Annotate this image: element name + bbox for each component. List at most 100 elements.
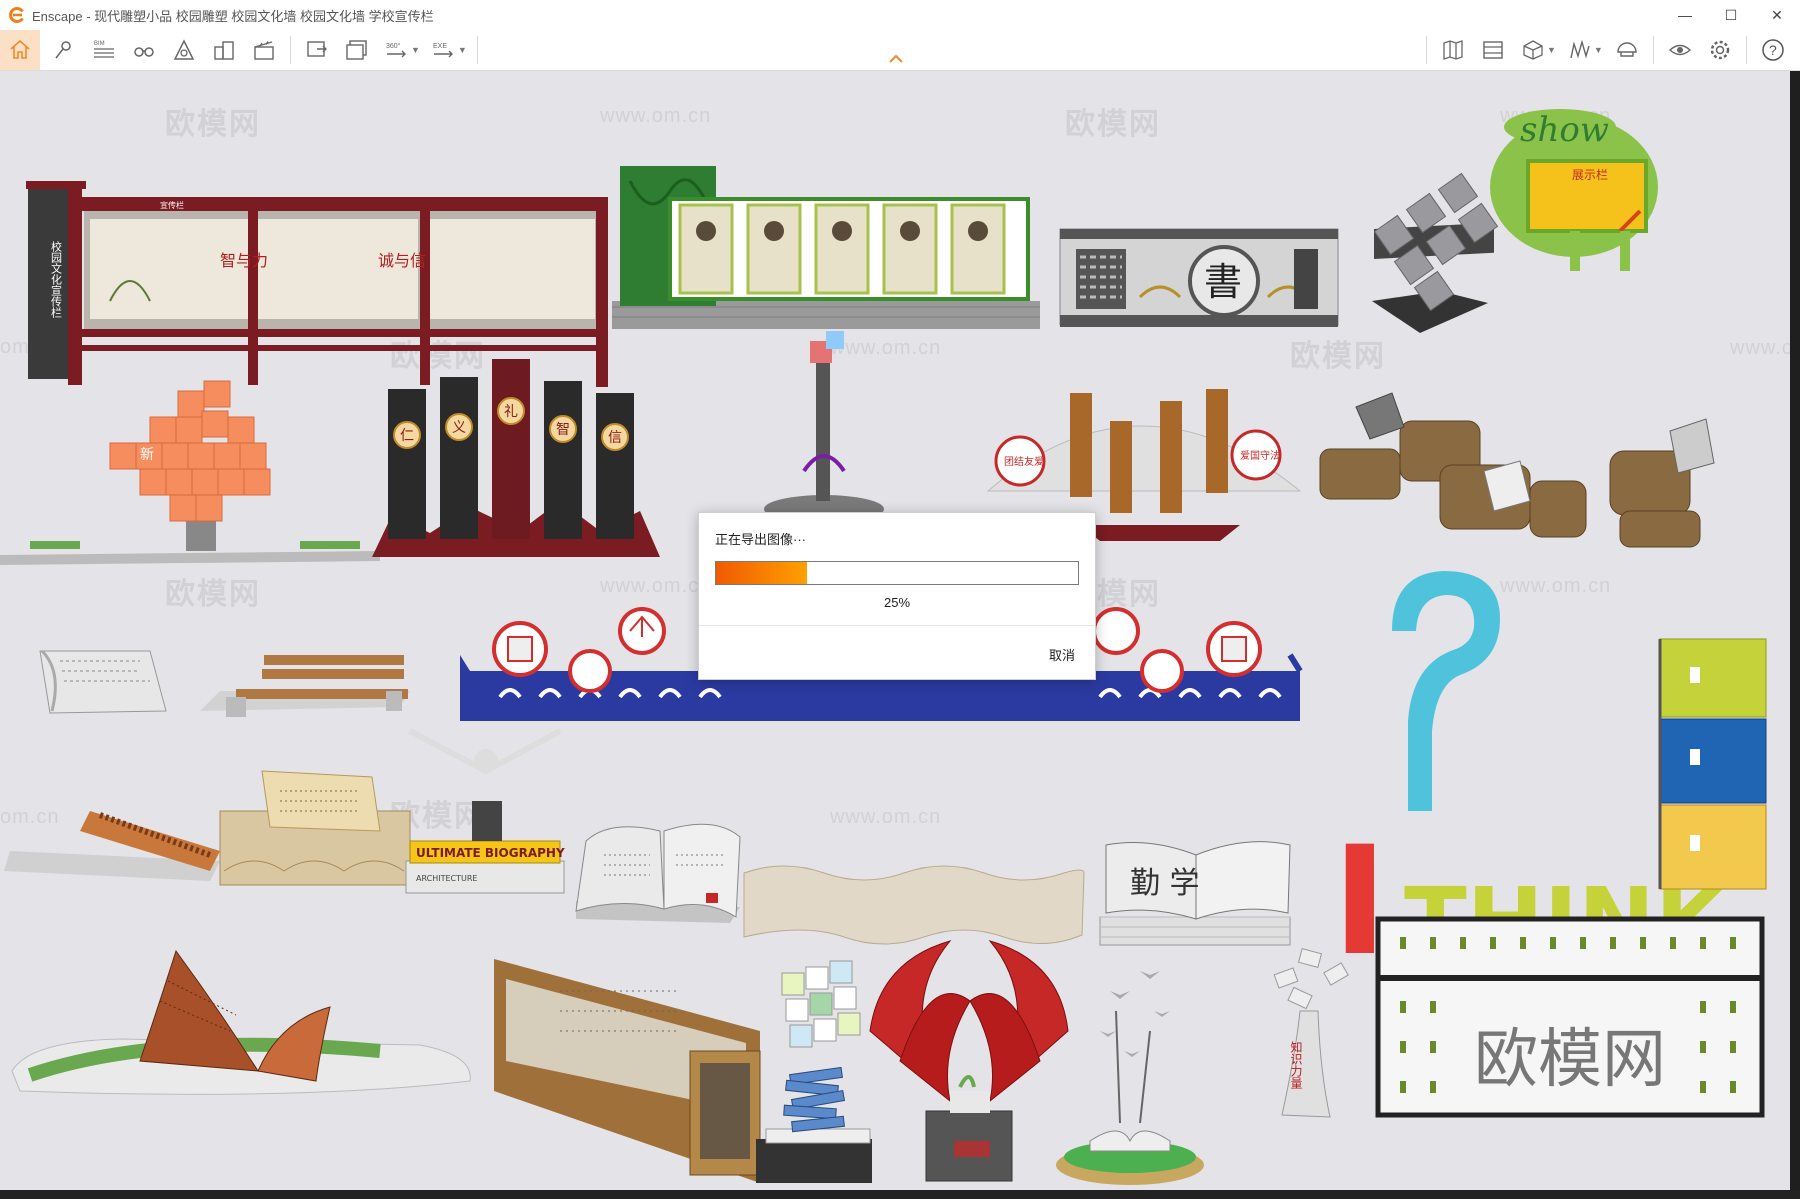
scroll-book-sculpture: ULTIMATE BIOGRAPHY ARCHITECTURE xyxy=(4,728,565,894)
binoculars-button[interactable] xyxy=(129,35,159,65)
video-editor-button[interactable] xyxy=(1478,35,1508,65)
toolbar-separator xyxy=(1745,36,1747,64)
diligence-book-sculpture: 勤 学 xyxy=(1099,841,1291,946)
copper-book-sculpture xyxy=(11,949,471,1095)
diligence-book-text: 勤 学 xyxy=(1130,866,1200,901)
pillar-label: 智 xyxy=(556,422,570,438)
orange-block-sculpture: 新 xyxy=(0,380,380,565)
cancel-button[interactable]: 取消 xyxy=(1043,643,1081,666)
binoculars-icon xyxy=(134,47,154,57)
clapper-icon xyxy=(254,41,274,60)
wooden-bench xyxy=(200,655,410,717)
helmet-button[interactable] xyxy=(1612,35,1642,65)
home-icon xyxy=(10,39,30,59)
eye-settings-icon xyxy=(1668,44,1691,56)
fan-left-label: 团结友爱 xyxy=(1004,455,1044,468)
export-progress-dialog: 正在导出图像··· 25% 取消 xyxy=(698,512,1096,680)
asset-library-icon xyxy=(173,39,195,60)
book-bench xyxy=(39,649,167,714)
panel-text-a: 智与力 xyxy=(220,251,268,270)
home-button[interactable] xyxy=(0,30,40,70)
toolbar-separator xyxy=(290,36,291,64)
help-button[interactable]: ? xyxy=(1758,35,1788,65)
close-button[interactable]: ✕ xyxy=(1754,0,1800,30)
cube-column-sculpture xyxy=(764,331,884,523)
toolbar-separator xyxy=(476,36,478,64)
map-icon xyxy=(1443,40,1463,60)
progress-percent-label: 25% xyxy=(883,595,911,610)
progress-bar xyxy=(715,561,1079,585)
knowledge-tower-sculpture: 知识力量 xyxy=(1273,948,1349,1118)
panorama-dropdown-caret[interactable]: ▼ xyxy=(411,45,420,55)
stone-wave-wall xyxy=(743,865,1085,945)
helmet-icon xyxy=(1617,42,1637,57)
pillar-label: 仁 xyxy=(400,428,414,444)
panel-text-b: 诚与信 xyxy=(378,251,426,270)
window-right-edge xyxy=(1790,71,1800,1199)
chevron-up-icon xyxy=(889,54,903,63)
log-book-sculpture xyxy=(1319,392,1715,548)
collapse-toolbar-button[interactable] xyxy=(888,52,904,66)
exe-label: EXE xyxy=(433,43,447,50)
cube-view-button[interactable] xyxy=(1518,35,1548,65)
board-tag-label: 宣传栏 xyxy=(160,200,184,210)
biography-book-title: ULTIMATE BIOGRAPHY xyxy=(416,846,565,860)
toolbar: BIM 360° ▼ EXE ▼ ▼ ▼ ? xyxy=(0,30,1800,71)
dialog-title: 正在导出图像··· xyxy=(715,532,806,547)
bim-label: BIM xyxy=(94,41,105,47)
bim-button[interactable]: BIM xyxy=(89,35,119,65)
toolbar-separator xyxy=(1426,36,1427,64)
buildings-button[interactable] xyxy=(209,35,239,65)
pattern-dropdown-caret[interactable]: ▼ xyxy=(1594,45,1603,55)
panorama-360-button[interactable]: 360° xyxy=(382,35,412,65)
board-side-label: 校园文化宣传栏 xyxy=(50,240,63,318)
settings-button[interactable] xyxy=(1705,35,1735,65)
birds-book-sculpture xyxy=(1056,971,1204,1185)
cube-view-dropdown-caret[interactable]: ▼ xyxy=(1547,45,1556,55)
pattern-icon xyxy=(1570,39,1590,59)
minimize-button[interactable]: — xyxy=(1662,0,1708,30)
open-book-sculpture xyxy=(575,823,741,923)
screenshot-export-icon xyxy=(307,41,327,57)
toolbar-separator xyxy=(1652,36,1654,64)
asset-library-button[interactable] xyxy=(169,35,199,65)
pin-icon xyxy=(55,41,71,59)
show-board-title: 展示栏 xyxy=(1572,167,1608,182)
red-petal-sculpture xyxy=(869,940,1069,1182)
clapper-button[interactable] xyxy=(249,35,279,65)
enscape-logo-icon xyxy=(9,7,24,23)
architecture-book-title: ARCHITECTURE xyxy=(416,874,477,883)
panorama-360-icon: 360° xyxy=(386,42,406,58)
pillar-label: 礼 xyxy=(504,404,518,420)
show-sign-text: show xyxy=(1520,110,1609,150)
portrait-wall-green xyxy=(612,166,1040,329)
knowledge-tower-text: 知识力量 xyxy=(1289,1041,1303,1089)
progress-bar-fill xyxy=(716,562,807,584)
pattern-button[interactable] xyxy=(1565,35,1595,65)
buildings-icon xyxy=(214,41,234,60)
leaf-show-board: show 展示栏 xyxy=(1490,109,1658,271)
batch-export-button[interactable] xyxy=(342,35,372,65)
virtue-pillars: 仁 义 礼 智 信 xyxy=(372,359,660,557)
gear-icon xyxy=(1710,40,1730,60)
maximize-button[interactable]: ☐ xyxy=(1708,0,1754,30)
bim-icon: BIM xyxy=(94,41,114,58)
grey-cube-sculpture xyxy=(1372,172,1499,333)
video-editor-icon xyxy=(1483,41,1503,59)
exe-dropdown-caret[interactable]: ▼ xyxy=(458,45,467,55)
fan-right-label: 爱国守法 xyxy=(1240,449,1280,462)
screenshot-export-button[interactable] xyxy=(302,35,332,65)
pin-button[interactable] xyxy=(49,35,79,65)
pillar-label: 义 xyxy=(452,420,466,436)
bulletin-board-red: 校园文化宣传栏 宣传栏 智与力 诚与信 xyxy=(26,181,608,387)
map-button[interactable] xyxy=(1438,35,1468,65)
panorama-label: 360° xyxy=(386,42,401,50)
batch-export-icon xyxy=(346,40,367,60)
title-bar: Enscape - 现代雕塑小品 校园雕塑 校园文化墙 校园文化墙 学校宣传栏 … xyxy=(0,0,1800,31)
book-culture-wall: 書 xyxy=(1059,228,1339,327)
book-character: 書 xyxy=(1204,260,1242,304)
help-icon: ? xyxy=(1762,39,1784,61)
exe-export-button[interactable]: EXE xyxy=(429,35,459,65)
eye-settings-button[interactable] xyxy=(1665,35,1695,65)
dialog-divider xyxy=(699,625,1095,626)
